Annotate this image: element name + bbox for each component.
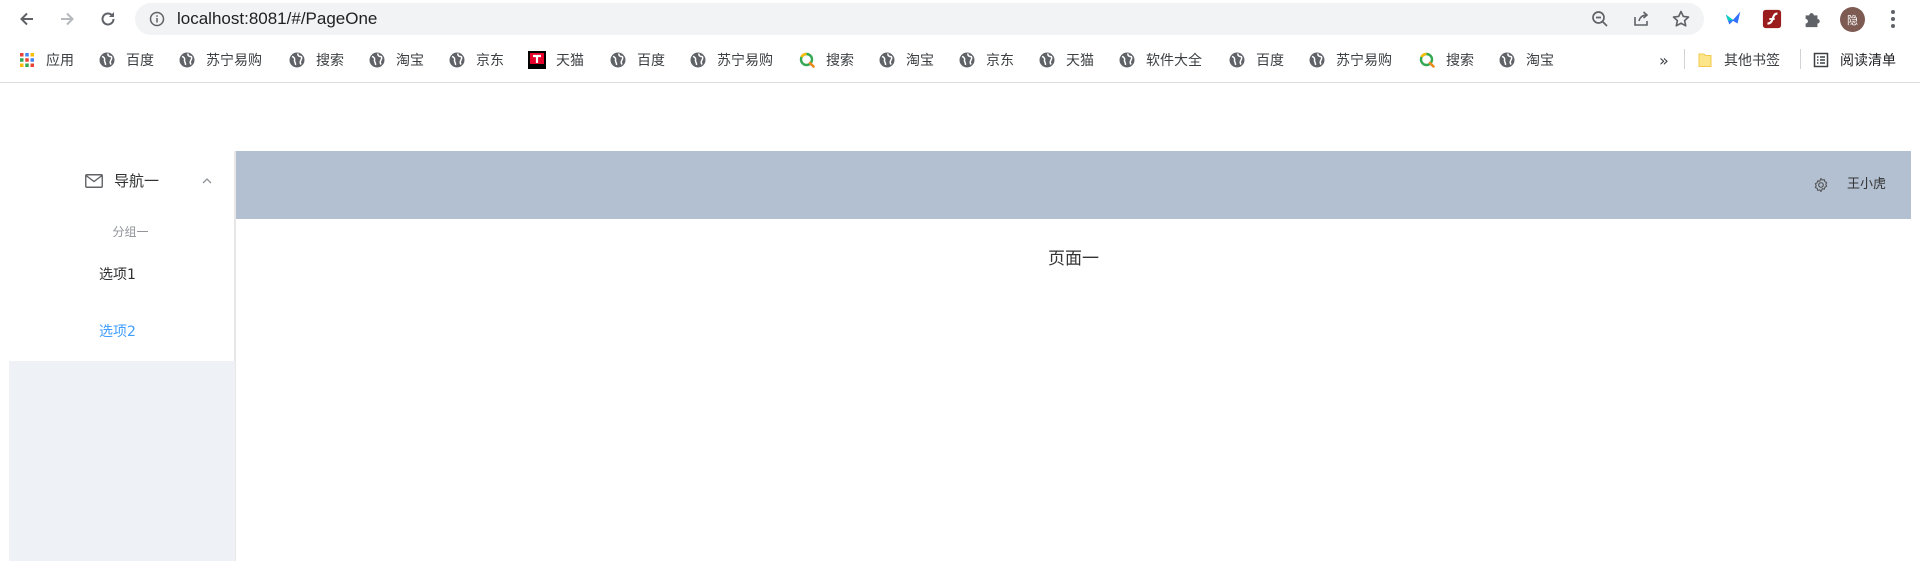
- bookmark-label: 苏宁易购: [717, 53, 773, 69]
- toolbar-divider: [0, 82, 1920, 83]
- bookmark-search[interactable]: 搜索: [289, 48, 344, 72]
- bookmark-jd[interactable]: 京东: [449, 48, 504, 72]
- bookmark-star-icon[interactable]: [1671, 9, 1691, 29]
- bookmarks-divider: [1684, 49, 1685, 69]
- bookmark-label: 淘宝: [396, 53, 424, 69]
- back-button[interactable]: [13, 5, 41, 33]
- reload-button[interactable]: [94, 5, 122, 33]
- submenu-title-label: 导航一: [114, 172, 160, 190]
- bookmark-search-2[interactable]: 搜索: [799, 48, 854, 72]
- zoom-icon[interactable]: [1590, 9, 1610, 29]
- bookmark-label: 苏宁易购: [206, 53, 262, 69]
- globe-icon: [99, 52, 115, 68]
- reading-list-icon: [1813, 52, 1829, 68]
- menu-item-option-1[interactable]: 选项1: [9, 247, 234, 303]
- bookmark-label: 百度: [637, 53, 665, 69]
- message-icon: [85, 174, 103, 188]
- username[interactable]: 王小虎: [1847, 151, 1886, 219]
- bookmark-baidu-3[interactable]: 百度: [1229, 48, 1284, 72]
- profile-avatar[interactable]: 隐: [1840, 7, 1865, 32]
- bookmark-label: 应用: [46, 53, 74, 69]
- bookmark-software[interactable]: 软件大全: [1119, 48, 1202, 72]
- search-engine-icon: [1419, 52, 1435, 68]
- page-title: 页面一: [1048, 249, 1099, 269]
- folder-icon: [1698, 53, 1712, 67]
- other-bookmarks-label: 其他书签: [1724, 53, 1780, 69]
- bookmark-baidu-2[interactable]: 百度: [610, 48, 665, 72]
- globe-icon: [1499, 52, 1515, 68]
- bookmark-apps[interactable]: 应用: [19, 48, 74, 72]
- globe-icon: [959, 52, 975, 68]
- bookmark-label: 淘宝: [906, 53, 934, 69]
- reload-icon: [101, 12, 115, 26]
- browser-toolbar: localhost:8081/#/PageOne 隐: [0, 0, 1920, 38]
- reading-list-label: 阅读清单: [1840, 53, 1896, 69]
- globe-icon: [879, 52, 895, 68]
- bookmark-label: 天猫: [1066, 53, 1094, 69]
- url-text[interactable]: localhost:8081/#/PageOne: [177, 3, 377, 35]
- bookmark-label: 百度: [126, 53, 154, 69]
- bookmark-label: 京东: [476, 53, 504, 69]
- globe-icon: [1039, 52, 1055, 68]
- search-engine-icon: [799, 52, 815, 68]
- nav-menu: 导航一 分组一 选项1 选项2: [9, 151, 235, 361]
- bookmarks-divider: [1800, 49, 1801, 69]
- back-arrow-icon: [20, 12, 33, 26]
- app-container: 导航一 分组一 选项1 选项2 王小虎 页面一: [9, 151, 1911, 561]
- bookmark-tmall-2[interactable]: 天猫: [1039, 48, 1094, 72]
- submenu-nav-one[interactable]: 导航一: [9, 151, 234, 211]
- other-bookmarks-folder[interactable]: 其他书签: [1697, 48, 1780, 72]
- bookmark-label: 搜索: [316, 53, 344, 69]
- bookmark-label: 淘宝: [1526, 53, 1554, 69]
- reading-list-button[interactable]: 阅读清单: [1813, 48, 1896, 72]
- page-content: 页面一: [236, 219, 1911, 561]
- bookmark-baidu[interactable]: 百度: [99, 48, 154, 72]
- globe-icon: [1119, 52, 1135, 68]
- bookmark-taobao-2[interactable]: 淘宝: [879, 48, 934, 72]
- sidebar: 导航一 分组一 选项1 选项2: [9, 151, 235, 561]
- bookmark-label: 搜索: [1446, 53, 1474, 69]
- menu-kebab-icon[interactable]: [1883, 8, 1903, 30]
- forward-arrow-icon: [61, 12, 74, 26]
- globe-icon: [179, 52, 195, 68]
- tmall-icon: [528, 51, 546, 69]
- globe-icon: [1229, 52, 1245, 68]
- app-header: 王小虎: [236, 151, 1911, 219]
- bookmark-label: 天猫: [556, 53, 584, 69]
- share-icon[interactable]: [1631, 9, 1651, 29]
- bookmark-suning-3[interactable]: 苏宁易购: [1309, 48, 1392, 72]
- bookmark-suning[interactable]: 苏宁易购: [179, 48, 262, 72]
- bookmark-label: 苏宁易购: [1336, 53, 1392, 69]
- chevron-up-icon: [202, 178, 212, 184]
- bookmark-label: 京东: [986, 53, 1014, 69]
- forward-button[interactable]: [53, 5, 81, 33]
- bookmark-label: 软件大全: [1146, 53, 1202, 69]
- globe-icon: [610, 52, 626, 68]
- bookmark-taobao-3[interactable]: 淘宝: [1499, 48, 1554, 72]
- globe-icon: [449, 52, 465, 68]
- bookmarks-overflow-button[interactable]: »: [1659, 48, 1669, 72]
- menu-item-option-2[interactable]: 选项2: [9, 304, 234, 360]
- main-area: 王小虎 页面一: [235, 151, 1911, 561]
- globe-icon: [690, 52, 706, 68]
- gear-icon[interactable]: [1813, 177, 1829, 193]
- globe-icon: [289, 52, 305, 68]
- menu-group-title: 分组一: [112, 225, 149, 239]
- bookmark-jd-2[interactable]: 京东: [959, 48, 1014, 72]
- extension-feishu-icon[interactable]: [1722, 8, 1744, 30]
- bookmark-taobao[interactable]: 淘宝: [369, 48, 424, 72]
- bookmark-search-3[interactable]: 搜索: [1419, 48, 1474, 72]
- bookmark-label: 百度: [1256, 53, 1284, 69]
- bookmarks-bar: 应用 百度 苏宁易购 搜索 淘宝 京东 天猫 百度 苏宁易购 搜索 淘宝 京东 …: [0, 44, 1920, 76]
- extension-flash-icon[interactable]: [1761, 8, 1783, 30]
- bookmark-label: 搜索: [826, 53, 854, 69]
- address-bar[interactable]: localhost:8081/#/PageOne: [135, 3, 1704, 35]
- globe-icon: [1309, 52, 1325, 68]
- apps-grid-icon: [20, 53, 34, 67]
- globe-icon: [369, 52, 385, 68]
- bookmark-suning-2[interactable]: 苏宁易购: [690, 48, 773, 72]
- site-info-icon[interactable]: [149, 11, 165, 27]
- bookmark-tmall[interactable]: 天猫: [528, 48, 584, 72]
- extensions-puzzle-icon[interactable]: [1801, 8, 1823, 30]
